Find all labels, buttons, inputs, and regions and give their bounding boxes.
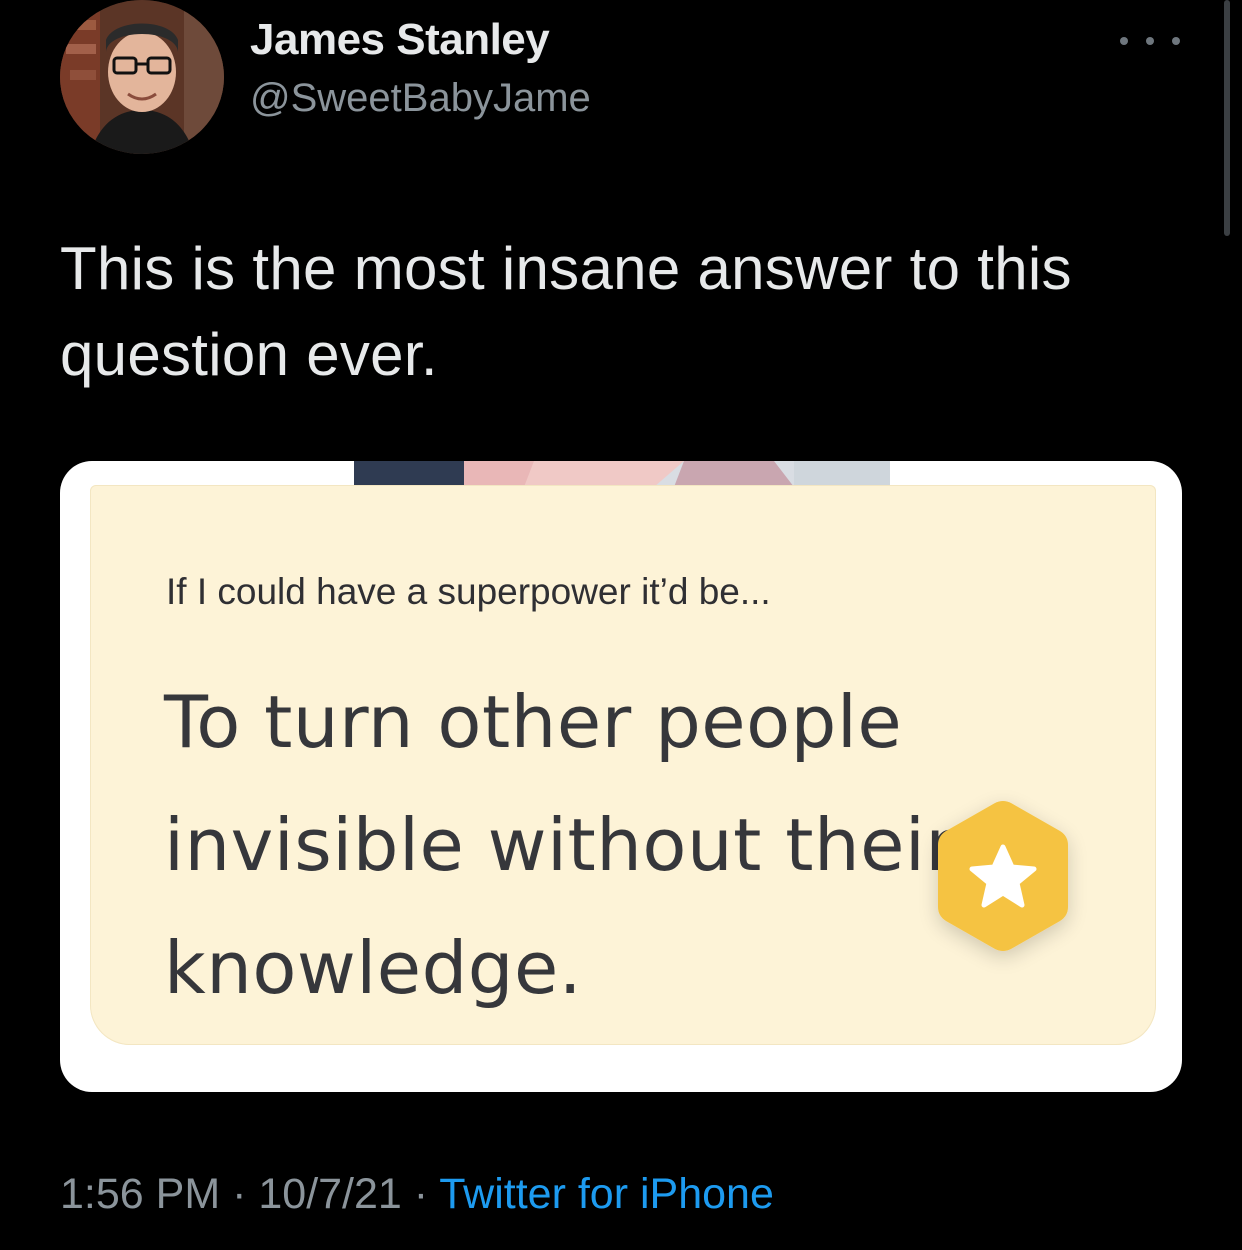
more-horizontal-icon (1146, 37, 1154, 45)
prompt-question: If I could have a superpower it’d be... (166, 571, 771, 612)
scrollbar[interactable] (1224, 0, 1230, 236)
more-horizontal-icon (1120, 37, 1128, 45)
tweet-metadata: 1:56 PM · 10/7/21 · Twitter for iPhone (60, 1166, 774, 1222)
user-handle[interactable]: @SweetBabyJame (250, 72, 591, 124)
prompt-card: If I could have a superpower it’d be... … (90, 485, 1156, 1045)
tweet-author[interactable]: James Stanley @SweetBabyJame (250, 14, 591, 124)
tweet-media[interactable]: If I could have a superpower it’d be... … (60, 461, 1182, 1092)
display-name[interactable]: James Stanley (250, 14, 591, 66)
meta-separator: · (401, 1170, 440, 1218)
tweet-date[interactable]: 10/7/21 (258, 1170, 401, 1218)
photo-peek (354, 461, 890, 487)
more-options-button[interactable] (1120, 26, 1180, 56)
star-badge (908, 785, 1098, 985)
tweet-source-link[interactable]: Twitter for iPhone (439, 1170, 774, 1218)
tweet-time[interactable]: 1:56 PM (60, 1170, 220, 1218)
meta-separator: · (220, 1170, 259, 1218)
avatar[interactable] (60, 0, 224, 154)
avatar-image (60, 0, 224, 154)
tweet-text: This is the most insane answer to this q… (60, 235, 1072, 388)
more-horizontal-icon (1172, 37, 1180, 45)
